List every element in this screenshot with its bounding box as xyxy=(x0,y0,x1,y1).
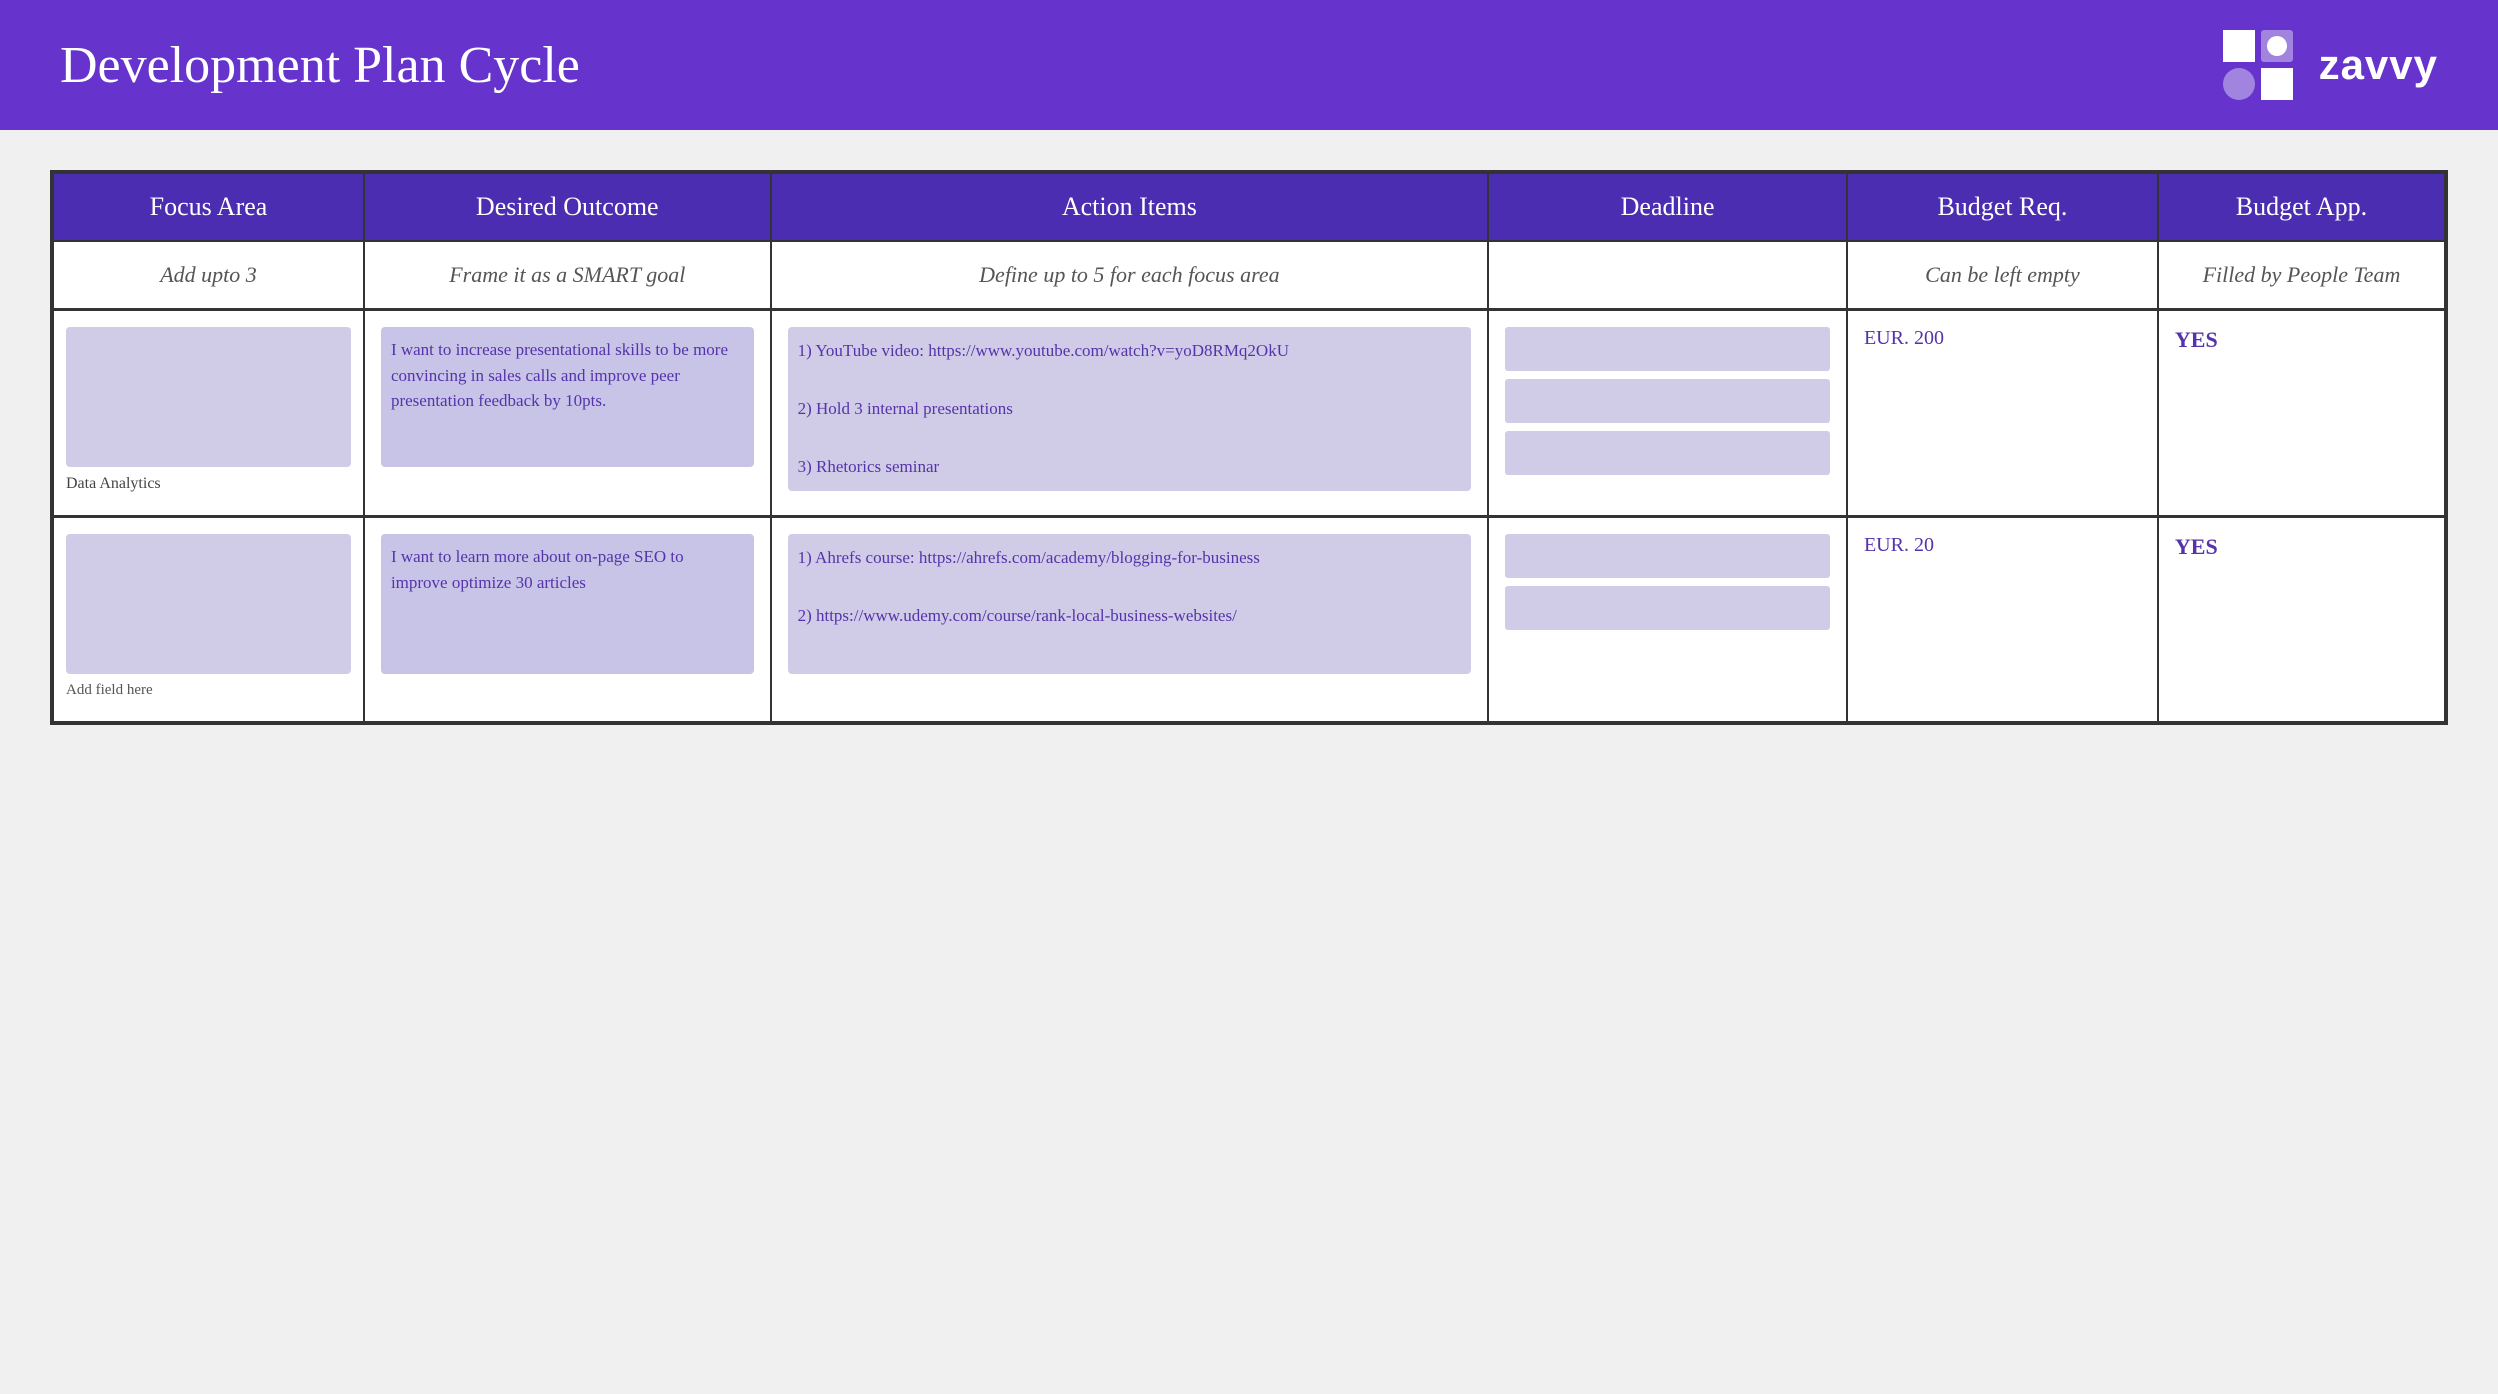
deadline-cell-1 xyxy=(1488,310,1847,517)
desired-cell-1: I want to increase presentational skills… xyxy=(364,310,771,517)
development-plan-table: Focus Area Desired Outcome Action Items … xyxy=(52,172,2446,723)
desired-cell-2: I want to learn more about on-page SEO t… xyxy=(364,517,771,723)
deadline-cell-2 xyxy=(1488,517,1847,723)
focus-lavender-2 xyxy=(66,534,351,674)
desired-lavender-2: I want to learn more about on-page SEO t… xyxy=(381,534,754,674)
hint-row: Add upto 3 Frame it as a SMART goal Defi… xyxy=(53,241,2445,310)
focus-label-2: Add field here xyxy=(66,682,351,699)
page-header: Development Plan Cycle zavvy xyxy=(0,0,2498,130)
hint-deadline xyxy=(1488,241,1847,310)
budget-app-cell-1: YES xyxy=(2158,310,2445,517)
col-focus-area: Focus Area xyxy=(53,173,364,241)
deadline-blocks-1 xyxy=(1505,327,1830,475)
desired-lavender-1: I want to increase presentational skills… xyxy=(381,327,754,467)
main-content: Focus Area Desired Outcome Action Items … xyxy=(0,130,2498,1394)
col-desired-outcome: Desired Outcome xyxy=(364,173,771,241)
action-cell-2: 1) Ahrefs course: https://ahrefs.com/aca… xyxy=(771,517,1489,723)
action-lavender-2: 1) Ahrefs course: https://ahrefs.com/aca… xyxy=(788,534,1472,674)
page-title: Development Plan Cycle xyxy=(60,36,580,95)
hint-budget-app: Filled by People Team xyxy=(2158,241,2445,310)
action-lavender-1: 1) YouTube video: https://www.youtube.co… xyxy=(788,327,1472,491)
focus-cell-2: Add field here xyxy=(53,517,364,723)
table-row: Data Analytics I want to increase presen… xyxy=(53,310,2445,517)
col-budget-req: Budget Req. xyxy=(1847,173,2158,241)
table-row: Add field here I want to learn more abou… xyxy=(53,517,2445,723)
budget-req-cell-1: EUR. 200 xyxy=(1847,310,2158,517)
zavvy-logo-icon xyxy=(2223,30,2303,100)
deadline-block-1c xyxy=(1505,431,1830,475)
deadline-block-1a xyxy=(1505,327,1830,371)
hint-budget-req: Can be left empty xyxy=(1847,241,2158,310)
action-cell-1: 1) YouTube video: https://www.youtube.co… xyxy=(771,310,1489,517)
budget-app-cell-2: YES xyxy=(2158,517,2445,723)
deadline-blocks-2 xyxy=(1505,534,1830,630)
table-header-row: Focus Area Desired Outcome Action Items … xyxy=(53,173,2445,241)
budget-req-cell-2: EUR. 20 xyxy=(1847,517,2158,723)
focus-lavender-1 xyxy=(66,327,351,467)
hint-focus: Add upto 3 xyxy=(53,241,364,310)
col-action-items: Action Items xyxy=(771,173,1489,241)
col-deadline: Deadline xyxy=(1488,173,1847,241)
focus-cell-1: Data Analytics xyxy=(53,310,364,517)
table-wrapper: Focus Area Desired Outcome Action Items … xyxy=(50,170,2448,725)
hint-desired: Frame it as a SMART goal xyxy=(364,241,771,310)
logo-area: zavvy xyxy=(2223,30,2438,100)
deadline-block-2b xyxy=(1505,586,1830,630)
col-budget-app: Budget App. xyxy=(2158,173,2445,241)
focus-label-1: Data Analytics xyxy=(66,475,351,493)
deadline-block-2a xyxy=(1505,534,1830,578)
logo-text: zavvy xyxy=(2319,41,2438,89)
hint-action: Define up to 5 for each focus area xyxy=(771,241,1489,310)
deadline-block-1b xyxy=(1505,379,1830,423)
